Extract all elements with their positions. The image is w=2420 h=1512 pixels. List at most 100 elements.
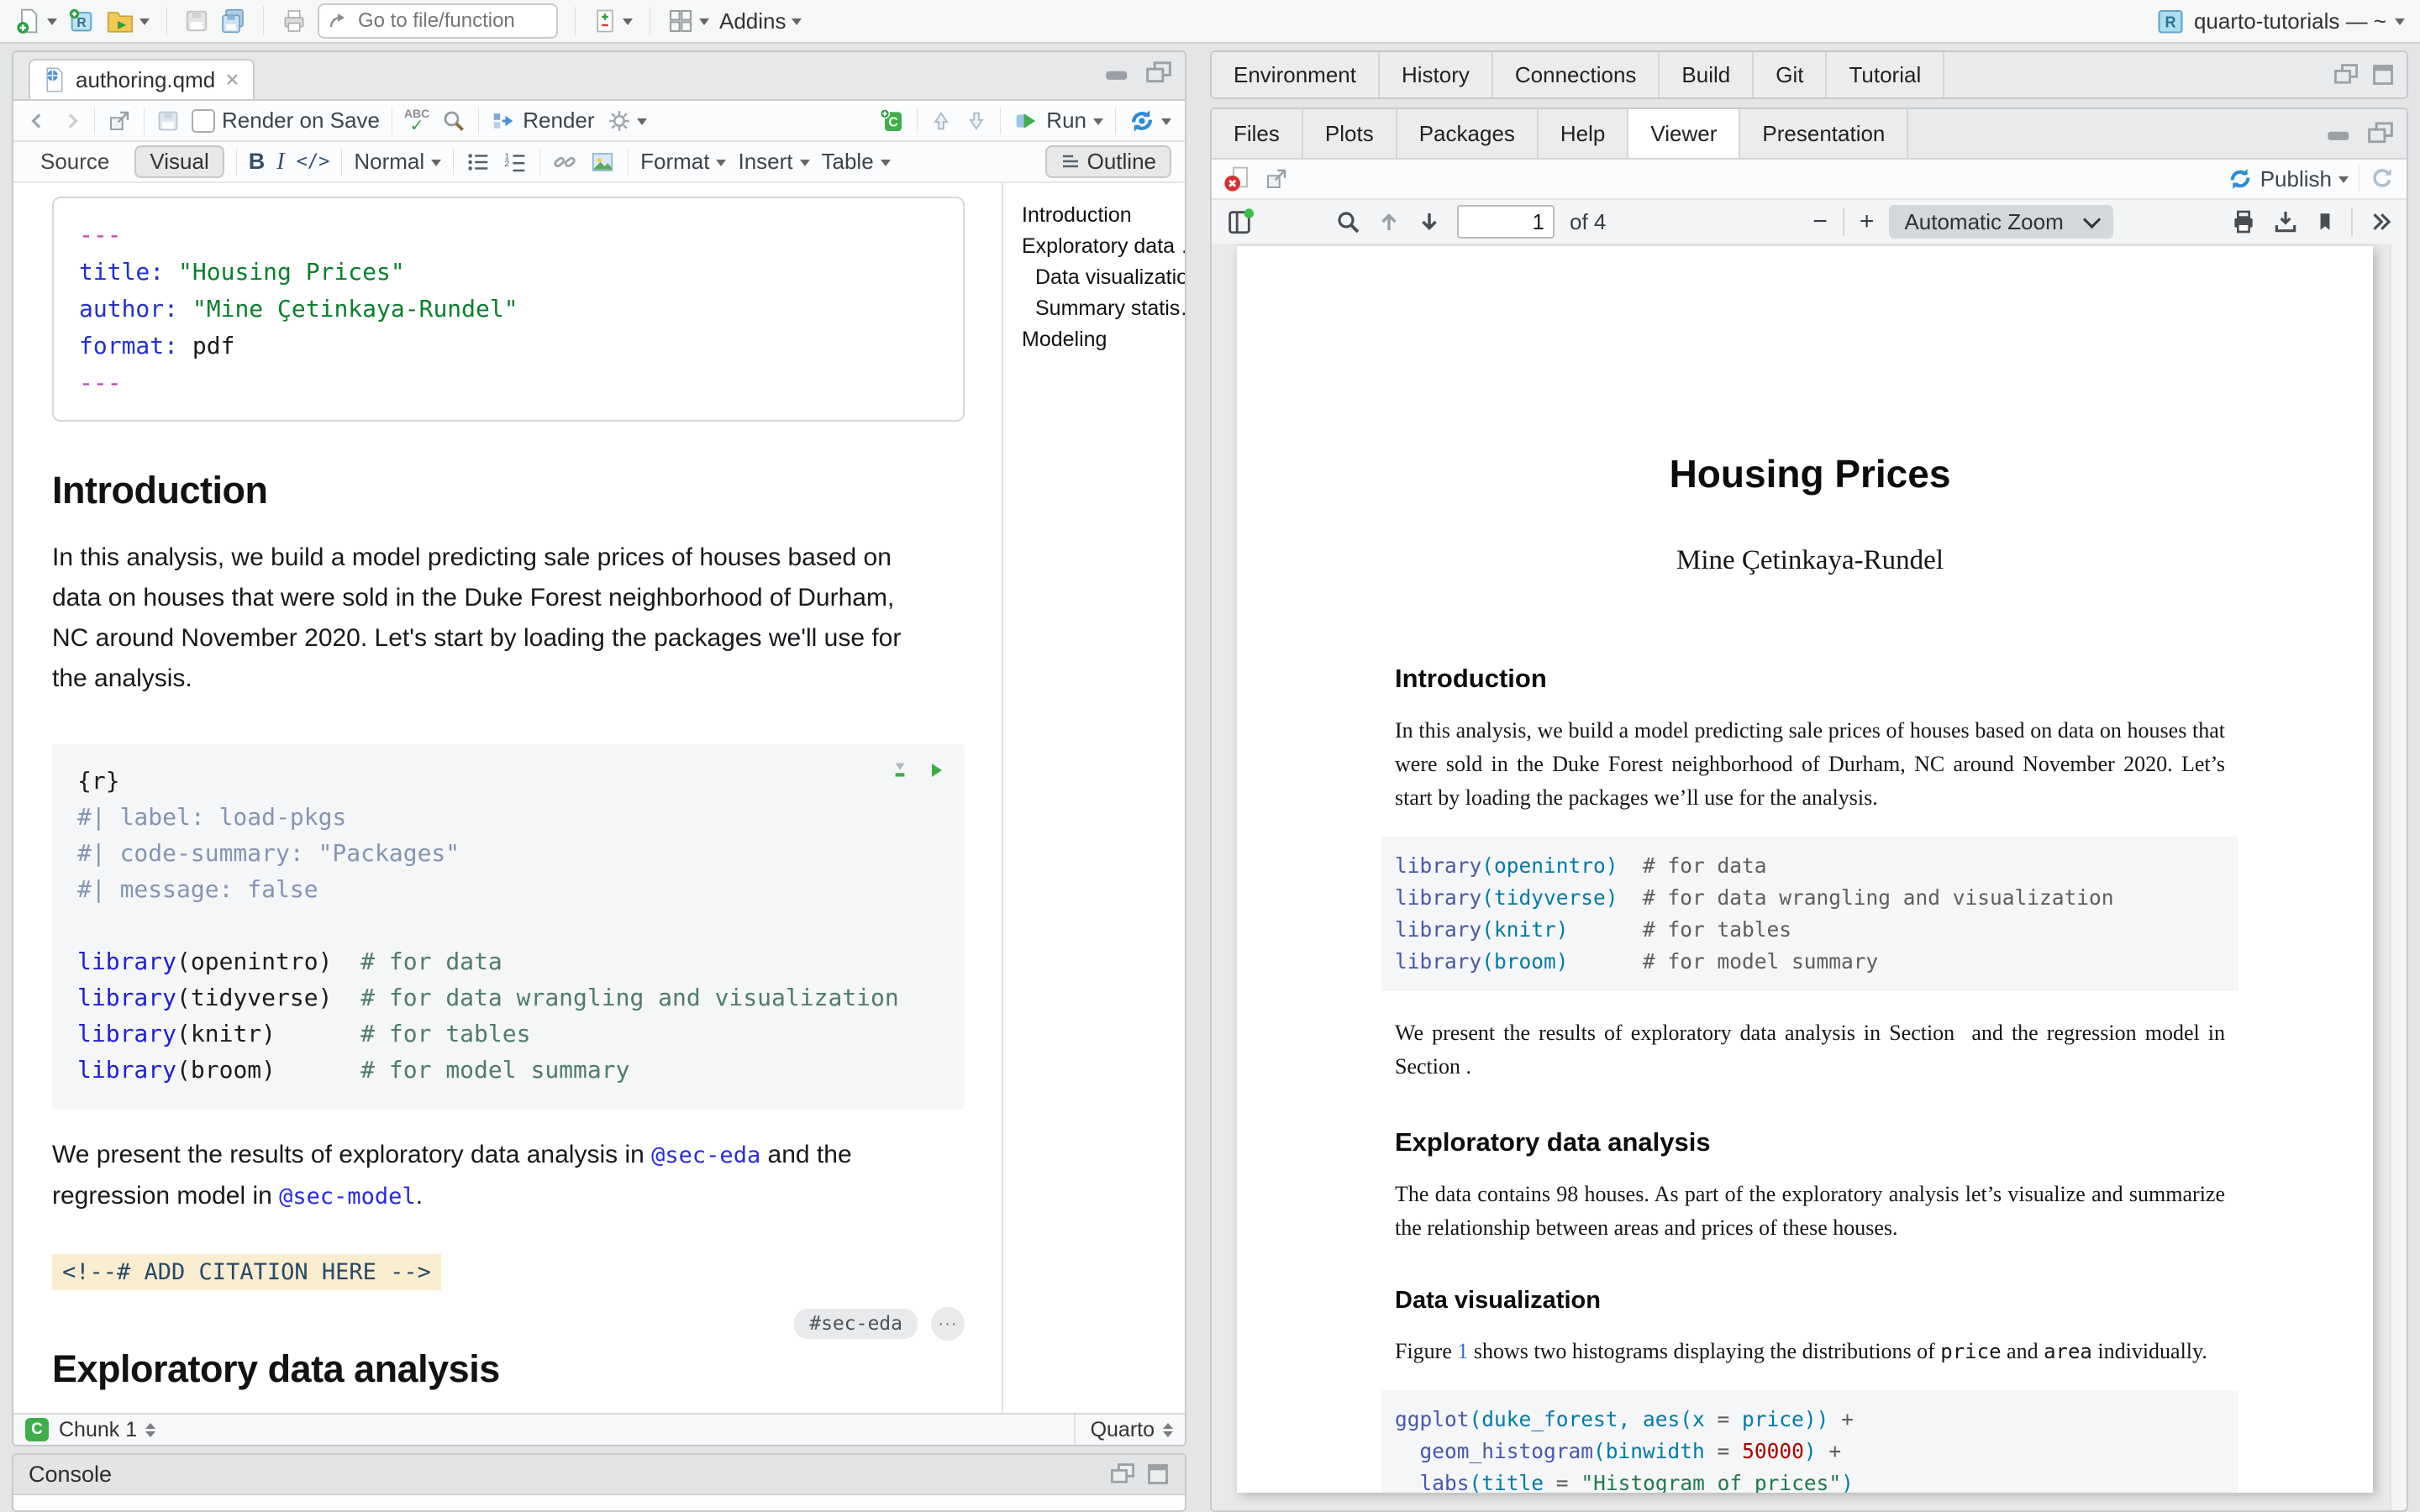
maximize-pane-icon[interactable] bbox=[1146, 1462, 1170, 1487]
insert-menu[interactable]: Insert bbox=[738, 149, 809, 175]
stop-icon[interactable] bbox=[1223, 165, 1250, 193]
minimize-pane-icon[interactable] bbox=[2326, 123, 2354, 144]
tab-git[interactable]: Git bbox=[1754, 52, 1827, 97]
image-icon[interactable] bbox=[589, 150, 616, 175]
visual-mode-button[interactable]: Visual bbox=[134, 145, 224, 178]
run-chunks-above-icon[interactable] bbox=[889, 759, 911, 781]
citation-comment[interactable]: <!--# ADD CITATION HERE --> bbox=[52, 1254, 441, 1290]
pdf-bookmark-icon[interactable] bbox=[2314, 208, 2336, 235]
outline-item-summary-statistics[interactable]: Summary statis… bbox=[1022, 293, 1180, 324]
open-in-new-window-icon[interactable] bbox=[1264, 166, 1289, 192]
open-file-button[interactable] bbox=[106, 7, 150, 35]
italic-button[interactable]: I bbox=[276, 149, 284, 176]
render-options-button[interactable] bbox=[607, 108, 647, 134]
pdf-viewport[interactable]: Housing Prices Mine Çetinkaya-Rundel Int… bbox=[1212, 244, 2407, 1510]
maximize-pane-icon[interactable] bbox=[2366, 121, 2395, 146]
pdf-scrollbar[interactable] bbox=[2390, 244, 2407, 1510]
console-header[interactable]: Console bbox=[13, 1455, 1185, 1495]
version-control-button[interactable] bbox=[592, 8, 633, 34]
pdf-search-icon[interactable] bbox=[1334, 208, 1361, 235]
outline-item-data-visualization[interactable]: Data visualization bbox=[1022, 262, 1180, 293]
save-all-icon[interactable] bbox=[219, 8, 246, 34]
minimize-pane-icon[interactable] bbox=[1104, 63, 1133, 83]
format-menu[interactable]: Format bbox=[640, 149, 726, 175]
section-options-button[interactable]: ··· bbox=[931, 1307, 965, 1341]
pdf-print-icon[interactable] bbox=[2230, 208, 2257, 235]
goto-file-search[interactable] bbox=[318, 3, 558, 39]
tab-help[interactable]: Help bbox=[1539, 109, 1628, 158]
bold-button[interactable]: B bbox=[249, 149, 266, 175]
pdf-zoom-out-icon[interactable]: − bbox=[1812, 209, 1828, 234]
save-icon[interactable] bbox=[156, 109, 180, 133]
go-next-section-icon[interactable] bbox=[965, 109, 988, 133]
tab-authoring-qmd[interactable]: authoring.qmd × bbox=[29, 59, 255, 99]
pdf-zoom-in-icon[interactable]: + bbox=[1860, 209, 1875, 234]
source-mode-button[interactable]: Source bbox=[27, 147, 123, 176]
find-replace-icon[interactable] bbox=[441, 108, 466, 134]
run-chunk-icon[interactable] bbox=[926, 759, 946, 781]
chunk-position-label[interactable]: Chunk 1 bbox=[59, 1418, 137, 1442]
pdf-prev-page-icon[interactable] bbox=[1376, 208, 1402, 235]
tab-connections[interactable]: Connections bbox=[1493, 52, 1660, 97]
render-button[interactable]: Render bbox=[491, 108, 594, 134]
tab-tutorial[interactable]: Tutorial bbox=[1827, 52, 1944, 97]
tab-build[interactable]: Build bbox=[1660, 52, 1754, 97]
numbered-list-icon[interactable]: 12 bbox=[502, 150, 528, 175]
tab-close-icon[interactable]: × bbox=[225, 68, 239, 92]
bullet-list-icon[interactable] bbox=[466, 150, 491, 175]
save-icon[interactable] bbox=[184, 8, 209, 34]
paragraph-style-dropdown[interactable]: Normal bbox=[354, 149, 441, 175]
publish-button[interactable]: Publish bbox=[2227, 165, 2349, 192]
back-icon[interactable] bbox=[27, 110, 49, 132]
outline-item-eda[interactable]: Exploratory data … bbox=[1022, 231, 1180, 262]
table-menu[interactable]: Table bbox=[822, 149, 891, 175]
outline-toggle-button[interactable]: Outline bbox=[1045, 145, 1171, 178]
yaml-title-key: title: bbox=[79, 258, 164, 286]
restore-pane-icon[interactable] bbox=[1109, 1462, 1136, 1487]
addins-menu[interactable]: Addins bbox=[719, 8, 802, 34]
maximize-pane-icon[interactable] bbox=[2371, 62, 2395, 87]
spellcheck-icon[interactable]: ABC✓ bbox=[404, 108, 429, 134]
tab-viewer[interactable]: Viewer bbox=[1628, 109, 1740, 158]
document-format-label[interactable]: Quarto bbox=[1091, 1418, 1155, 1442]
tab-packages[interactable]: Packages bbox=[1397, 109, 1539, 158]
go-prev-section-icon[interactable] bbox=[929, 109, 953, 133]
chunk-nav-icon[interactable] bbox=[145, 1418, 155, 1442]
new-project-button[interactable]: R bbox=[67, 7, 96, 35]
pdf-download-icon[interactable] bbox=[2272, 208, 2299, 235]
open-in-new-window-icon[interactable] bbox=[107, 108, 132, 134]
workspace-panes-button[interactable] bbox=[667, 8, 709, 34]
code-format-button[interactable]: </> bbox=[297, 151, 330, 172]
run-button[interactable]: Run bbox=[1013, 108, 1103, 134]
tab-presentation[interactable]: Presentation bbox=[1740, 109, 1908, 158]
refresh-icon[interactable] bbox=[2370, 166, 2395, 192]
format-nav-icon[interactable] bbox=[1163, 1418, 1173, 1442]
editor-content[interactable]: --- title: "Housing Prices" author: "Min… bbox=[13, 183, 1002, 1413]
tab-history[interactable]: History bbox=[1380, 52, 1493, 97]
link-icon[interactable] bbox=[552, 150, 577, 175]
print-icon[interactable] bbox=[281, 8, 308, 34]
r-code-chunk[interactable]: {r}#| label: load-pkgs#| code-summary: "… bbox=[52, 744, 965, 1110]
forward-icon[interactable] bbox=[60, 110, 82, 132]
source-tools-button[interactable] bbox=[1128, 107, 1171, 135]
tab-environment[interactable]: Environment bbox=[1212, 52, 1380, 97]
section-id-badge[interactable]: #sec-eda bbox=[794, 1309, 918, 1339]
yaml-metadata-block[interactable]: --- title: "Housing Prices" author: "Min… bbox=[52, 197, 965, 422]
pdf-sidebar-toggle-icon[interactable] bbox=[1225, 207, 1254, 237]
pdf-zoom-select[interactable]: Automatic Zoom bbox=[1889, 205, 2112, 239]
pdf-page-input[interactable] bbox=[1457, 205, 1555, 239]
project-switcher-label[interactable]: quarto-tutorials — ~ bbox=[2194, 8, 2386, 34]
outline-item-introduction[interactable]: Introduction bbox=[1022, 200, 1180, 231]
outline-item-modeling[interactable]: Modeling bbox=[1022, 324, 1180, 355]
tab-plots[interactable]: Plots bbox=[1303, 109, 1397, 158]
new-file-button[interactable] bbox=[15, 8, 57, 34]
pdf-more-tools-icon[interactable] bbox=[2368, 209, 2393, 234]
format-caret-icon bbox=[716, 160, 726, 171]
restore-pane-icon[interactable] bbox=[2333, 62, 2360, 87]
maximize-pane-icon[interactable] bbox=[1144, 60, 1173, 86]
render-on-save-checkbox[interactable]: Render on Save bbox=[192, 108, 380, 134]
goto-file-input[interactable] bbox=[356, 8, 528, 34]
pdf-next-page-icon[interactable] bbox=[1417, 208, 1442, 235]
insert-chunk-icon[interactable]: C bbox=[878, 108, 905, 134]
tab-files[interactable]: Files bbox=[1212, 109, 1303, 158]
